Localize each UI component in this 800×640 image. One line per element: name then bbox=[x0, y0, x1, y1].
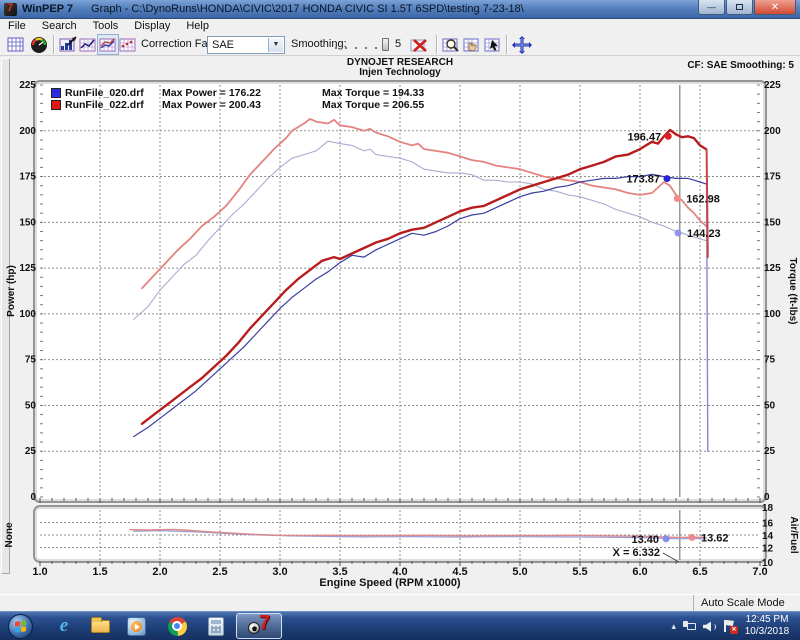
toolbar-separator bbox=[53, 35, 55, 54]
combo-dropdown-icon[interactable]: ▼ bbox=[268, 38, 283, 52]
title-bar[interactable]: 7 WinPEP 7 Graph - C:\DynoRuns\HONDA\CIVI… bbox=[0, 0, 800, 19]
cursor-tool-icon[interactable] bbox=[482, 34, 504, 55]
winpep7-icon: 7 bbox=[248, 615, 270, 637]
main-plot-area[interactable] bbox=[33, 80, 767, 503]
toolbar-separator bbox=[436, 35, 438, 54]
network-icon[interactable] bbox=[683, 621, 696, 632]
menu-bar: File Search Tools Display Help bbox=[0, 19, 800, 33]
taskbar-clock[interactable]: 12:45 PM 10/3/2018 bbox=[738, 614, 796, 638]
taskbar-explorer-icon[interactable] bbox=[85, 613, 115, 640]
smoothing-value: 5 bbox=[395, 38, 401, 50]
crosshair-tool-icon[interactable] bbox=[511, 34, 533, 55]
pan-tool-icon[interactable] bbox=[461, 34, 483, 55]
menu-display[interactable]: Display bbox=[126, 19, 178, 33]
menu-file[interactable]: File bbox=[0, 19, 34, 33]
taskbar-winpep-button[interactable]: 7 bbox=[236, 613, 282, 639]
slider-handle[interactable] bbox=[382, 38, 389, 51]
volume-icon[interactable] bbox=[703, 621, 716, 633]
collapsed-panel-splitter[interactable] bbox=[1, 58, 10, 574]
winpep-window: 7 WinPEP 7 Graph - C:\DynoRuns\HONDA\CIVI… bbox=[0, 0, 800, 640]
menu-help[interactable]: Help bbox=[178, 19, 217, 33]
system-tray: ▴ ✕ bbox=[671, 612, 736, 640]
legend-swatch bbox=[51, 88, 61, 98]
legend-max-power: Max Power = 176.22 bbox=[162, 87, 322, 99]
action-center-icon[interactable]: ✕ bbox=[723, 620, 736, 633]
taskbar-ie-icon[interactable]: e bbox=[49, 613, 79, 640]
legend-row: RunFile_020.drfMax Power = 176.22Max Tor… bbox=[51, 87, 424, 99]
restore-icon bbox=[736, 4, 743, 10]
afr-plot-area[interactable] bbox=[33, 505, 767, 563]
graph-3d-bars-icon[interactable] bbox=[57, 34, 79, 55]
menu-search[interactable]: Search bbox=[34, 19, 85, 33]
legend-run-file: RunFile_020.drf bbox=[65, 87, 162, 99]
close-button[interactable]: ✕ bbox=[754, 0, 796, 15]
status-bar: Auto Scale Mode bbox=[0, 594, 800, 611]
show-hidden-icons-button[interactable]: ▴ bbox=[671, 621, 676, 632]
restore-button[interactable] bbox=[726, 0, 753, 15]
correction-factor-value: SAE bbox=[212, 39, 234, 51]
calculator-icon bbox=[208, 617, 224, 636]
legend-max-torque: Max Torque = 194.33 bbox=[322, 87, 424, 99]
legend-max-power: Max Power = 200.43 bbox=[162, 99, 322, 111]
clock-time: 12:45 PM bbox=[738, 614, 796, 626]
minimize-button[interactable]: — bbox=[698, 0, 725, 15]
internet-explorer-icon: e bbox=[60, 615, 68, 637]
document-path: Graph - C:\DynoRuns\HONDA\CIVIC\2017 HON… bbox=[91, 3, 524, 15]
app-name: WinPEP 7 bbox=[22, 3, 73, 15]
graph-client-area: DYNOJET RESEARCH Injen Technology CF: SA… bbox=[0, 56, 800, 594]
start-button[interactable] bbox=[8, 614, 33, 639]
legend: RunFile_020.drfMax Power = 176.22Max Tor… bbox=[51, 87, 424, 111]
toolbar-separator bbox=[506, 35, 508, 54]
windows-flag-icon bbox=[15, 620, 26, 632]
legend-max-torque: Max Torque = 206.55 bbox=[322, 99, 424, 111]
smoothing-slider[interactable] bbox=[333, 38, 389, 52]
taskbar-media-player-icon[interactable] bbox=[121, 613, 151, 640]
zoom-tool-icon[interactable] bbox=[440, 34, 462, 55]
taskbar-calculator-icon[interactable] bbox=[201, 613, 231, 640]
chrome-icon bbox=[168, 617, 187, 636]
media-player-icon bbox=[127, 617, 146, 636]
window-title: WinPEP 7 Graph - C:\DynoRuns\HONDA\CIVIC\… bbox=[22, 3, 524, 15]
chart-subtitle: Injen Technology bbox=[0, 67, 800, 78]
gauge-icon[interactable] bbox=[28, 34, 50, 55]
folder-icon bbox=[91, 620, 110, 633]
graph-grid-icon[interactable] bbox=[5, 34, 27, 55]
taskbar: e 7 ▴ ✕ 12:45 PM 10/3/2018 bbox=[0, 611, 800, 640]
slider-ticks bbox=[335, 47, 377, 49]
legend-run-file: RunFile_022.drf bbox=[65, 99, 162, 111]
legend-row: RunFile_022.drfMax Power = 200.43Max Tor… bbox=[51, 99, 424, 111]
graph-overlay-icon[interactable] bbox=[97, 34, 119, 55]
graph-line-icon[interactable] bbox=[77, 34, 99, 55]
legend-swatch bbox=[51, 100, 61, 110]
graph-multi-run-icon[interactable] bbox=[117, 34, 139, 55]
close-graph-icon[interactable] bbox=[409, 34, 431, 55]
correction-factor-select[interactable]: SAE ▼ bbox=[207, 36, 285, 54]
menu-tools[interactable]: Tools bbox=[85, 19, 127, 33]
clock-date: 10/3/2018 bbox=[738, 626, 796, 638]
taskbar-chrome-icon[interactable] bbox=[162, 613, 192, 640]
scale-mode-status: Auto Scale Mode bbox=[693, 595, 800, 612]
toolbar: Correction Factor: SAE ▼ Smoothing: 5 bbox=[0, 33, 800, 56]
winpep-app-icon: 7 bbox=[4, 3, 17, 16]
chart-settings-info: CF: SAE Smoothing: 5 bbox=[687, 60, 794, 71]
